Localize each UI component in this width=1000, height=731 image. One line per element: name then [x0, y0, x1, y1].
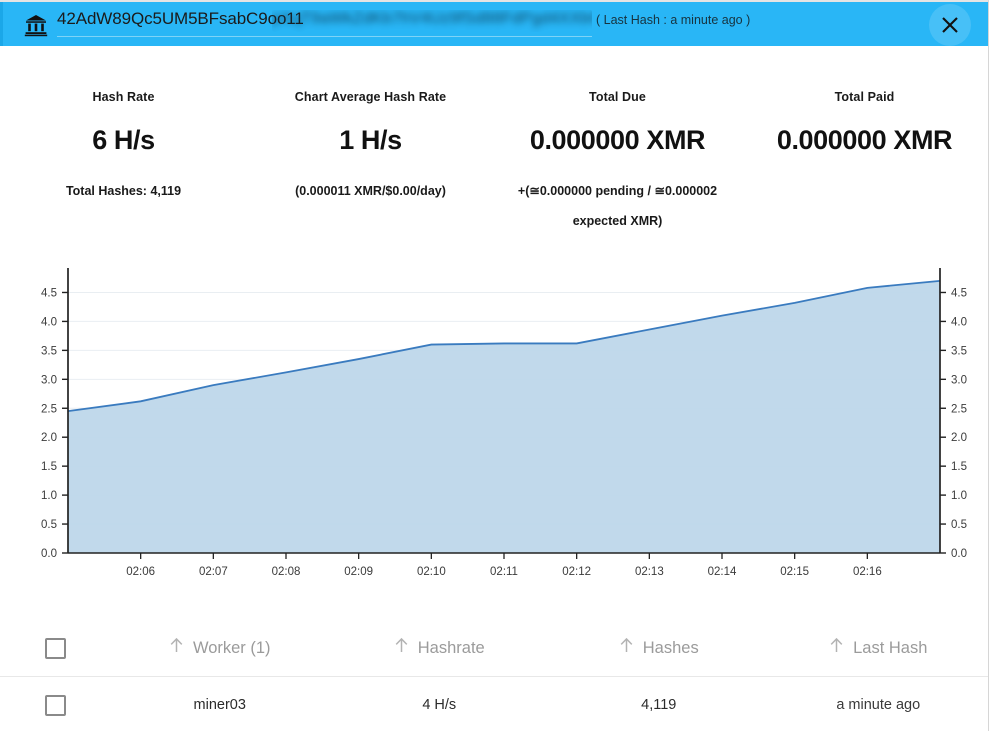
svg-text:02:12: 02:12	[562, 566, 591, 578]
stat-sub: (0.000011 XMR/$0.00/day)	[295, 184, 446, 198]
svg-text:1.0: 1.0	[951, 490, 967, 502]
workers-table: Worker (1) Hashrate Hashes Last Hash min…	[0, 620, 988, 731]
svg-text:4.0: 4.0	[41, 316, 57, 328]
last-hash-label: ( Last Hash : a minute ago )	[596, 13, 751, 27]
column-header-worker[interactable]: Worker (1)	[110, 637, 330, 659]
sort-up-icon	[169, 637, 184, 659]
miner-dashboard-panel: 42AdW89Qc5UM5BFsabC9oo11 pXqT9aWkZdKb7hV…	[0, 0, 1000, 731]
hashrate-area-chart: 0.0 0.0 0.5 0.5 1.0 1.0 1.5 1.5 2.0 2.0 2.5 2.5 3.0 3…	[41, 268, 967, 578]
stat-label: Hash Rate	[92, 90, 155, 104]
column-header-hashrate[interactable]: Hashrate	[330, 637, 550, 659]
stat-sub: Total Hashes: 4,119	[65, 184, 182, 198]
svg-text:02:16: 02:16	[853, 566, 882, 578]
stat-value: 0.000000 XMR	[776, 125, 953, 155]
svg-text:2.5: 2.5	[41, 403, 57, 415]
stat-label: Total Paid	[834, 90, 895, 104]
stat-total-due: Total Due 0.000000 XMR +(≅0.000000 pendi…	[494, 60, 741, 236]
hashrate-chart: 0.0 0.0 0.5 0.5 1.0 1.0 1.5 1.5 2.0 2.0 2.5 2.5 3.0 3…	[0, 250, 988, 595]
stat-total-paid: Total Paid 0.000000 XMR	[741, 60, 988, 236]
stat-value: 0.000000 XMR	[529, 125, 706, 155]
bank-icon	[24, 13, 48, 37]
svg-text:02:07: 02:07	[199, 566, 228, 578]
header-left-accent	[0, 2, 3, 46]
svg-text:4.5: 4.5	[951, 287, 967, 299]
svg-text:2.5: 2.5	[951, 403, 967, 415]
sort-up-icon	[829, 637, 844, 659]
header-bar: 42AdW89Qc5UM5BFsabC9oo11 pXqT9aWkZdKb7hV…	[0, 2, 988, 46]
cell-hashrate: 4 H/s	[422, 697, 457, 713]
close-button[interactable]	[929, 4, 971, 46]
svg-text:0.5: 0.5	[951, 519, 967, 531]
row-select-cell	[0, 694, 110, 716]
svg-text:3.0: 3.0	[41, 374, 57, 386]
select-all-checkbox[interactable]	[44, 637, 66, 659]
stat-value: 6 H/s	[92, 125, 155, 155]
cell-last-hash: a minute ago	[836, 697, 921, 713]
svg-text:02:13: 02:13	[635, 566, 664, 578]
svg-text:3.5: 3.5	[951, 345, 967, 357]
svg-text:02:10: 02:10	[417, 566, 446, 578]
svg-text:2.0: 2.0	[41, 432, 57, 444]
stat-sub: +(≅0.000000 pending / ≅0.000002 expected…	[517, 184, 718, 228]
stat-hash-rate: Hash Rate 6 H/s Total Hashes: 4,119	[0, 60, 247, 236]
svg-text:3.0: 3.0	[951, 374, 967, 386]
close-icon	[942, 17, 958, 33]
svg-text:1.5: 1.5	[41, 461, 57, 473]
wallet-address-visible: 42AdW89Qc5UM5BFsabC9oo11	[57, 9, 304, 28]
stat-label: Total Due	[589, 90, 646, 104]
svg-text:4.0: 4.0	[951, 316, 967, 328]
svg-text:02:14: 02:14	[708, 566, 737, 578]
stat-value: 1 H/s	[339, 125, 402, 155]
sort-up-icon	[394, 637, 409, 659]
cell-worker: miner03	[193, 697, 246, 713]
wallet-address-redacted: pXqT9aWkZdKb7hV4Uz9fSd88FdPgd4XXbC6q9k	[272, 10, 592, 27]
column-header-last-hash[interactable]: Last Hash	[769, 637, 989, 659]
column-header-label: Hashrate	[417, 638, 485, 657]
cell-hashes: 4,119	[641, 697, 677, 713]
stat-label: Chart Average Hash Rate	[294, 90, 447, 104]
svg-text:2.0: 2.0	[951, 432, 967, 444]
svg-text:0.0: 0.0	[951, 548, 967, 560]
column-header-label: Last Hash	[853, 638, 928, 657]
svg-text:0.5: 0.5	[41, 519, 57, 531]
svg-text:02:11: 02:11	[490, 566, 518, 578]
table-row[interactable]: miner03 4 H/s 4,119 a minute ago	[0, 677, 988, 731]
column-header-label: Worker (1)	[192, 638, 271, 657]
svg-text:3.5: 3.5	[41, 345, 57, 357]
stats-row: Hash Rate 6 H/s Total Hashes: 4,119 Char…	[0, 60, 988, 236]
select-all-cell	[0, 637, 110, 659]
sort-up-icon	[619, 637, 634, 659]
svg-text:1.0: 1.0	[41, 490, 57, 502]
table-header-row: Worker (1) Hashrate Hashes Last Hash	[0, 620, 988, 677]
stat-chart-average-hash-rate: Chart Average Hash Rate 1 H/s (0.000011 …	[247, 60, 494, 236]
svg-text:1.5: 1.5	[951, 461, 967, 473]
wallet-address-field[interactable]: 42AdW89Qc5UM5BFsabC9oo11 pXqT9aWkZdKb7hV…	[57, 7, 592, 37]
column-header-label: Hashes	[642, 638, 699, 657]
column-header-hashes[interactable]: Hashes	[549, 637, 769, 659]
svg-text:02:15: 02:15	[780, 566, 809, 578]
svg-text:02:09: 02:09	[344, 566, 373, 578]
svg-text:02:06: 02:06	[126, 566, 155, 578]
svg-text:02:08: 02:08	[272, 566, 301, 578]
svg-text:4.5: 4.5	[41, 287, 57, 299]
svg-text:0.0: 0.0	[41, 548, 57, 560]
panel-right-edge	[988, 0, 1000, 731]
row-select-checkbox[interactable]	[44, 694, 66, 716]
